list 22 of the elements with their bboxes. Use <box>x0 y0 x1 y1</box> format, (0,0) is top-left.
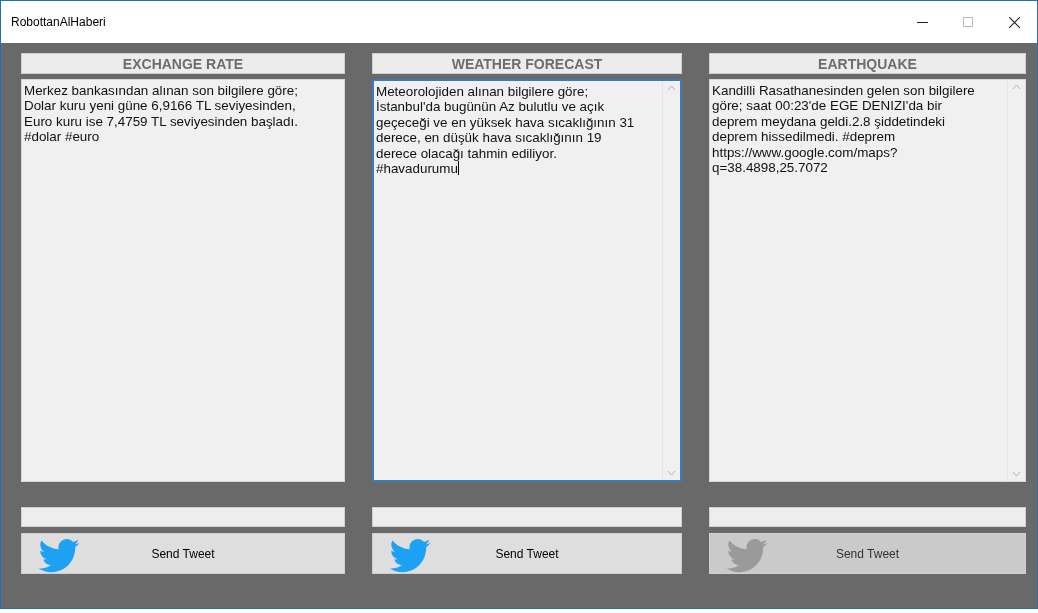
bird-icon <box>38 539 80 573</box>
section-header: WEATHER FORECAST <box>372 53 682 74</box>
scroll-down-icon[interactable] <box>667 470 676 476</box>
text-area[interactable]: Merkez bankasından alınan son bilgilere göre; Dolar kuru yeni güne 6,9166 TL seviyesinden, Euro kuru ise 7,4759 TL seviyesinden başladı. #dolar #euro <box>21 79 345 482</box>
maximize-icon[interactable] <box>963 17 973 27</box>
window-title: RobottanAlHaberi <box>11 15 107 29</box>
bird-icon <box>389 539 431 573</box>
minimize-icon[interactable] <box>916 21 928 23</box>
scroll-down-icon[interactable] <box>1012 471 1021 477</box>
text-area[interactable]: Meteorolojiden alınan bilgilere göre; İstanbul'da bugünün Az bulutlu ve açık geçeceği ve en yüksek hava sıcaklığının 31 derece, en düşük hava sıcaklığının 19 derece olacağı tahmin ediliyor. #havadurumu <box>372 79 682 482</box>
input-field[interactable] <box>709 507 1026 527</box>
scroll-up-icon[interactable] <box>667 85 676 91</box>
input-field[interactable] <box>21 507 345 527</box>
send-tweet-button[interactable]: Send Tweet <box>372 533 682 574</box>
bird-icon <box>726 539 768 573</box>
text-area[interactable]: Kandilli Rasathanesinden gelen son bilgilere göre; saat 00:23'de EGE DENIZI'da bir deprem meydana geldi.2.8 şiddetindeki deprem hissedilmedi. #deprem https://www.google.com/maps? q=38.4898,25.7072 <box>709 79 1026 482</box>
section-header: EARTHQUAKE <box>709 53 1026 74</box>
close-icon[interactable] <box>1008 16 1020 28</box>
scroll-up-icon[interactable] <box>1012 84 1021 90</box>
send-tweet-button[interactable]: Send Tweet <box>21 533 345 574</box>
input-field[interactable] <box>372 507 682 527</box>
section-header: EXCHANGE RATE <box>21 53 345 74</box>
